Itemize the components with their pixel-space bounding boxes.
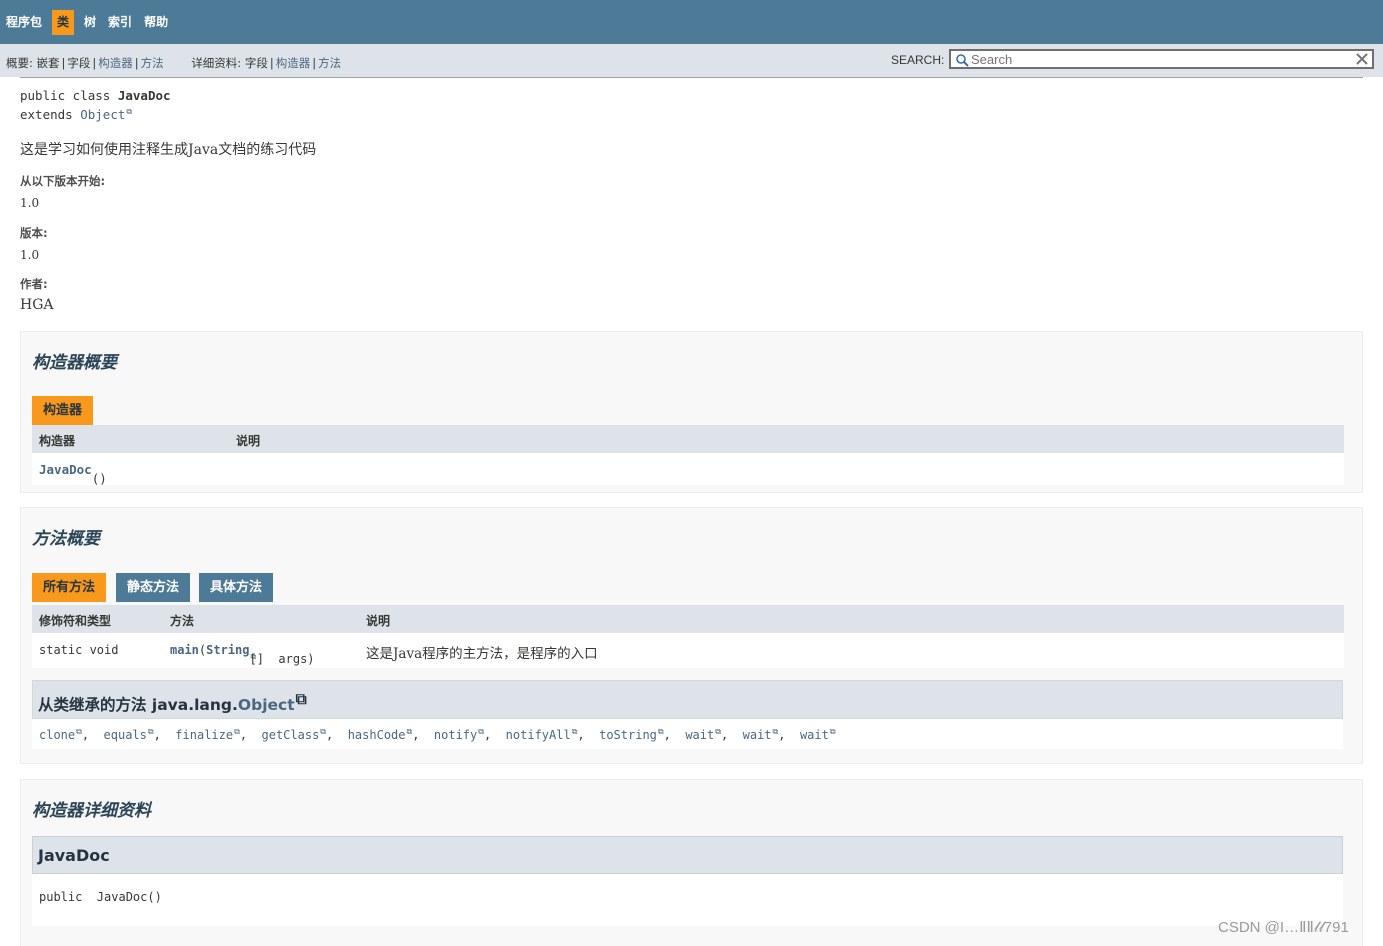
col-constructor: 构造器	[39, 434, 76, 448]
method-params: [] args)	[249, 652, 315, 666]
detail-label: 详细资料:	[191, 56, 242, 70]
nav-package[interactable]: 程序包	[0, 10, 48, 35]
detail-method-link[interactable]: 方法	[318, 56, 341, 70]
method-table-header: 修饰符和类型 方法 说明	[32, 605, 1344, 633]
summary-constructor-link[interactable]: 构造器	[98, 56, 133, 70]
sub-navbar: 概要: 嵌套 | 字段 | 构造器 | 方法 详细资料: 字段 | 构造器 | 方法 SEARCH:	[0, 44, 1383, 77]
since-label: 从以下版本开始:	[20, 174, 106, 188]
method-link-clone[interactable]: clone	[39, 728, 75, 742]
external-link-icon: ⧉	[126, 107, 133, 116]
method-link-notifyall[interactable]: notifyAll	[506, 728, 571, 742]
method-description: 这是Java程序的主方法，是程序的入口	[366, 646, 598, 662]
method-link-finalize[interactable]: finalize	[175, 728, 233, 742]
class-name: JavaDoc	[117, 88, 171, 103]
external-link-icon: ⧉	[295, 690, 307, 708]
version-value: 1.0	[20, 248, 40, 262]
constructor-summary-section: 构造器概要 构造器 构造器 说明 JavaDoc()	[20, 331, 1363, 493]
sub-nav-links: 概要: 嵌套 | 字段 | 构造器 | 方法 详细资料: 字段 | 构造器 | 方法	[6, 56, 342, 70]
author-value: HGA	[20, 297, 54, 313]
divider	[20, 77, 1363, 78]
class-extends: extends Object⧉	[20, 107, 132, 122]
constructor-link[interactable]: JavaDoc	[39, 462, 92, 477]
summary-field: 字段	[67, 56, 91, 70]
tab-all-methods[interactable]: 所有方法	[32, 573, 107, 602]
constructor-signature: JavaDoc()	[39, 462, 107, 486]
method-link-equals[interactable]: equals	[104, 728, 147, 742]
string-type-link[interactable]: String	[206, 643, 249, 657]
clear-search-icon[interactable]	[1354, 51, 1370, 67]
superclass-link[interactable]: Object	[80, 107, 125, 122]
method-summary-title: 方法概要	[32, 529, 100, 549]
search-input[interactable]	[971, 51, 1351, 67]
class-description: 这是学习如何使用注释生成Java文档的练习代码	[20, 142, 317, 158]
method-main-link[interactable]: main	[170, 643, 199, 657]
method-link-hashcode[interactable]: hashCode	[348, 728, 406, 742]
detail-field: 字段	[244, 56, 268, 70]
inherited-title: 从类继承的方法 java.lang.Object⧉	[38, 690, 307, 715]
constructor-detail-body: public JavaDoc()	[32, 874, 1343, 926]
inherited-methods-list: clone⧉, equals⧉, finalize⧉, getClass⧉, h…	[32, 719, 1343, 749]
method-link-wait-2[interactable]: wait	[743, 728, 772, 742]
table-row: static void main(String ⧉[] args) 这是Java程…	[32, 633, 1344, 668]
search-icon	[956, 54, 969, 67]
class-signature: public class JavaDoc	[20, 88, 171, 103]
constructor-detail-header: JavaDoc	[32, 836, 1343, 874]
inherited-prefix: 从类继承的方法 java.lang.	[38, 696, 238, 715]
author-label: 作者:	[20, 277, 48, 291]
nav-tree[interactable]: 树	[78, 10, 102, 35]
method-link-tostring[interactable]: toString	[599, 728, 657, 742]
search-label: SEARCH:	[891, 53, 945, 67]
method-link-getclass[interactable]: getClass	[262, 728, 320, 742]
col-modifier: 修饰符和类型	[39, 614, 112, 628]
col-method: 方法	[170, 614, 195, 628]
constructor-detail-title: 构造器详细资料	[32, 801, 151, 821]
inherited-method-links: clone⧉, equals⧉, finalize⧉, getClass⧉, h…	[39, 727, 836, 742]
nav-index[interactable]: 索引	[102, 10, 138, 35]
inherited-methods-header: 从类继承的方法 java.lang.Object⧉	[32, 680, 1343, 719]
method-summary-section: 方法概要 所有方法 静态方法 具体方法 修饰符和类型 方法 说明 static …	[20, 507, 1363, 764]
col-description: 说明	[366, 614, 391, 628]
top-navbar: 程序包 类 树 索引 帮助	[0, 0, 1383, 44]
summary-method-link[interactable]: 方法	[141, 56, 164, 70]
method-link-wait-1[interactable]: wait	[685, 728, 714, 742]
method-link-wait-3[interactable]: wait	[800, 728, 829, 742]
method-modifier: static void	[39, 643, 119, 657]
col-description: 说明	[236, 434, 261, 448]
class-modifier: public class	[20, 88, 118, 103]
nav-class[interactable]: 类	[52, 9, 75, 35]
watermark: CSDN @I…ⅡⅡ𝓁𝓁791	[1218, 919, 1349, 936]
tab-constructors[interactable]: 构造器	[32, 396, 94, 425]
constructor-detail-signature: public JavaDoc()	[39, 890, 162, 904]
constructor-detail-name: JavaDoc	[38, 846, 110, 865]
method-link-notify[interactable]: notify	[434, 728, 477, 742]
search-box	[949, 49, 1374, 69]
tab-concrete-methods[interactable]: 具体方法	[199, 573, 274, 602]
extends-keyword: extends	[20, 107, 81, 123]
constructor-summary-title: 构造器概要	[32, 353, 117, 373]
table-row: JavaDoc()	[32, 453, 1344, 486]
summary-label: 概要:	[6, 56, 33, 70]
summary-nested: 嵌套	[36, 56, 60, 70]
since-value: 1.0	[20, 196, 40, 210]
object-class-link[interactable]: Object	[238, 696, 295, 714]
tab-static-methods[interactable]: 静态方法	[116, 573, 191, 602]
nav-help[interactable]: 帮助	[138, 10, 174, 35]
method-signature: main(String ⧉[] args)	[170, 643, 315, 666]
constructor-params: ()	[91, 471, 107, 486]
version-label: 版本:	[20, 226, 48, 240]
constructor-detail-section: 构造器详细资料 JavaDoc public JavaDoc()	[20, 779, 1363, 946]
constructor-table-header: 构造器 说明	[32, 425, 1344, 453]
detail-constructor-link[interactable]: 构造器	[276, 56, 311, 70]
